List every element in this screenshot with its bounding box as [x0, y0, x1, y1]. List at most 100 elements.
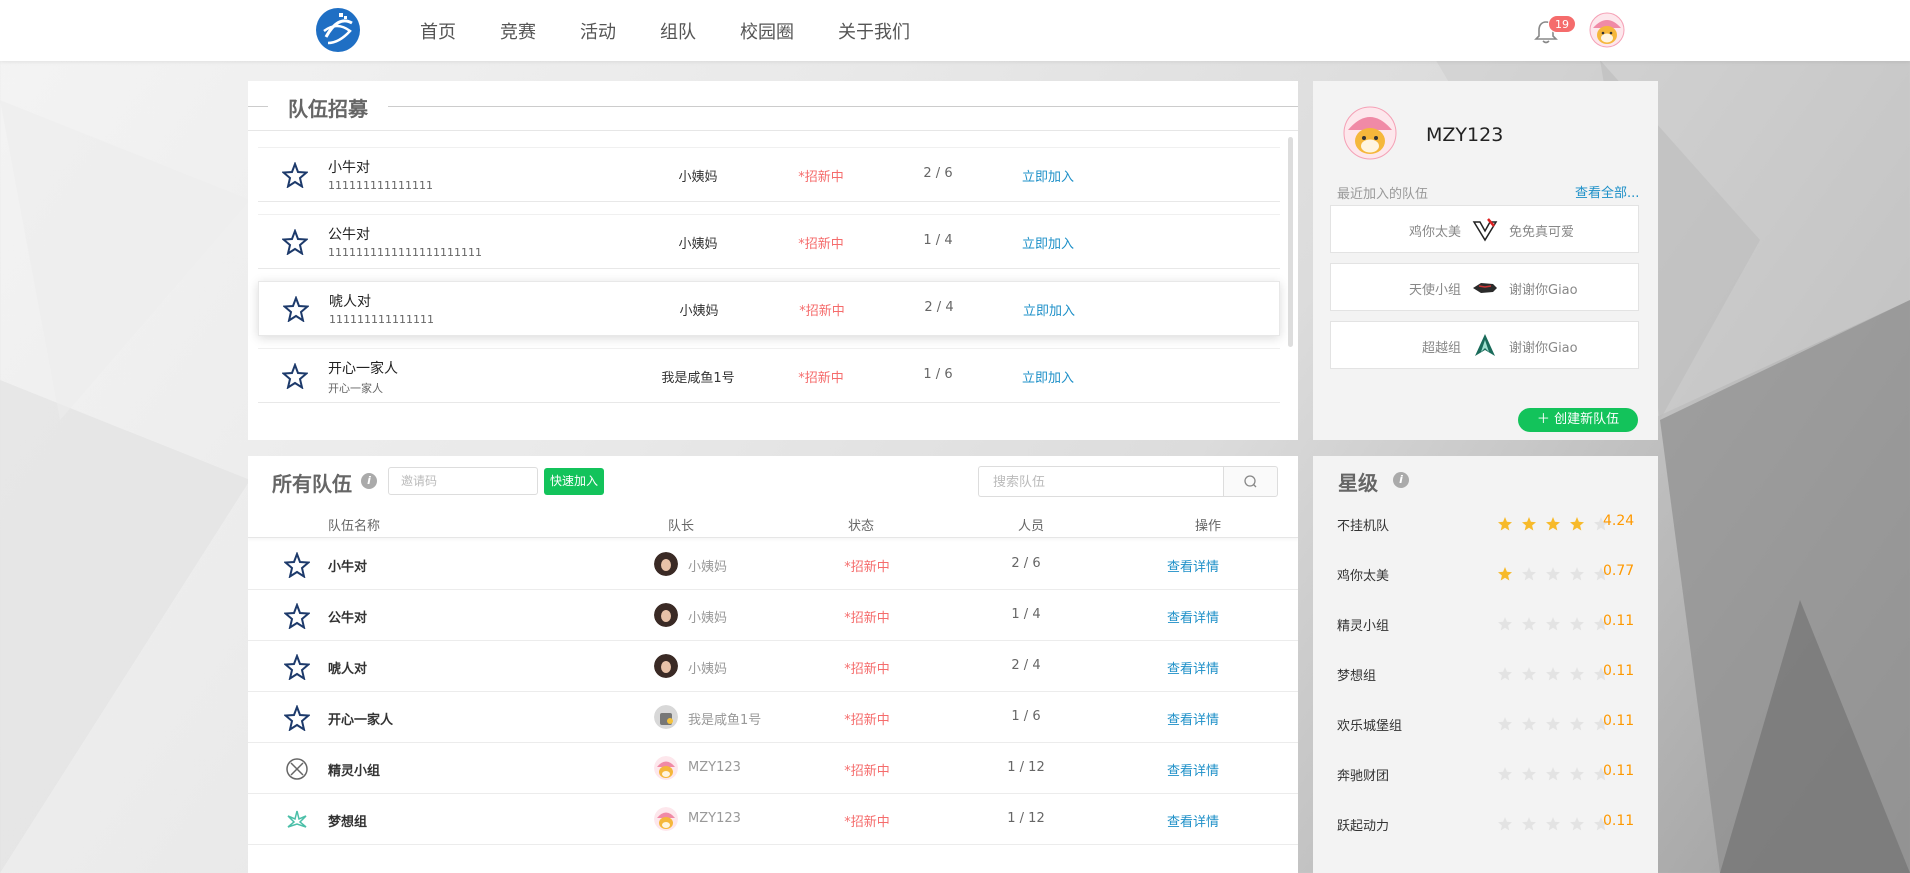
view-detail-button[interactable]: 查看详情 — [1148, 811, 1238, 830]
leader-name: 小姨妈 — [688, 662, 728, 677]
join-button[interactable]: 立即加入 — [1008, 233, 1088, 252]
view-detail-button[interactable]: 查看详情 — [1148, 760, 1238, 779]
star-outline-icon — [282, 229, 308, 255]
recruit-list: 小牛对 111111111111111 小姨妈 *招新中 2 / 6 立即加入 … — [258, 147, 1280, 415]
leader-name: 小姨妈 — [688, 560, 728, 575]
nav-team[interactable]: 组队 — [660, 18, 696, 44]
nav-home[interactable]: 首页 — [420, 18, 456, 44]
rating-star-icon — [1546, 516, 1560, 530]
recruit-scrollbar[interactable] — [1288, 137, 1293, 347]
team-name: 小牛对 — [328, 160, 370, 176]
profile-panel: MZY123 最近加入的队伍 查看全部... 鸡你太美 免免真可爱 天使小组 谢… — [1313, 81, 1658, 440]
team-star-icon — [284, 654, 310, 680]
top-navbar: 首页 竞赛 活动 组队 校园圈 关于我们 19 — [0, 0, 1910, 61]
nav-competition[interactable]: 竞赛 — [500, 18, 536, 44]
status-text: *招新中 — [844, 764, 890, 779]
team-desc: 开心一家人 — [328, 382, 383, 395]
star-rating — [1497, 813, 1617, 832]
rating-score: 0.11 — [1603, 813, 1635, 829]
quick-join-button[interactable]: 快速加入 — [544, 468, 604, 495]
team-name: 唬人对 — [328, 662, 368, 677]
join-button[interactable]: 立即加入 — [1008, 166, 1088, 185]
team-elf-icon — [286, 758, 308, 780]
view-detail-button[interactable]: 查看详情 — [1148, 658, 1238, 677]
create-team-label: 创建新队伍 — [1554, 412, 1620, 427]
recent-team-card[interactable]: 天使小组 谢谢你Giao — [1330, 263, 1639, 311]
rating-row: 精灵小组 0.11 — [1313, 605, 1658, 645]
rating-star-icon — [1570, 666, 1584, 680]
recent-team-leader: 免免真可爱 — [1509, 225, 1575, 240]
rated-team-name: 欢乐城堡组 — [1337, 719, 1403, 734]
join-button[interactable]: 立即加入 — [1009, 300, 1089, 319]
rated-team-name: 梦想组 — [1337, 669, 1377, 684]
view-all-link[interactable]: 查看全部... — [1575, 182, 1639, 201]
recent-team-leader: 谢谢你Giao — [1509, 283, 1578, 298]
rating-star-icon — [1522, 616, 1536, 630]
status-text: *招新中 — [844, 662, 890, 677]
recent-teams-label: 最近加入的队伍 — [1337, 187, 1429, 202]
member-count: 1 / 12 — [1007, 760, 1045, 775]
recent-team-card[interactable]: 鸡你太美 免免真可爱 — [1330, 205, 1639, 253]
rating-row: 跃起动力 0.11 — [1313, 805, 1658, 845]
rating-star-icon — [1546, 716, 1560, 730]
rating-star-icon — [1546, 616, 1560, 630]
join-button[interactable]: 立即加入 — [1008, 367, 1088, 386]
view-detail-button[interactable]: 查看详情 — [1148, 607, 1238, 626]
rating-row: 鸡你太美 0.77 — [1313, 555, 1658, 595]
nav-activity[interactable]: 活动 — [580, 18, 616, 44]
rating-star-icon — [1570, 516, 1584, 530]
rating-star-icon — [1522, 566, 1536, 580]
recruit-title: 队伍招募 — [288, 97, 368, 121]
team-logo-icon — [1472, 218, 1498, 242]
view-detail-button[interactable]: 查看详情 — [1148, 709, 1238, 728]
header-action: 操作 — [1195, 519, 1222, 534]
status-text: *招新中 — [844, 611, 890, 626]
search-button[interactable] — [1223, 466, 1278, 497]
recruit-header: 队伍招募 — [248, 81, 1298, 131]
recruit-row: 开心一家人 开心一家人 我是咸鱼1号 *招新中 1 / 6 立即加入 — [258, 348, 1280, 403]
rating-title: 星级 — [1338, 471, 1378, 495]
search-icon — [1244, 475, 1257, 488]
star-rating-panel: 星级 i 不挂机队 4.24 鸡你太美 0.77 精灵小组 0.11 梦想组 0.11 欢乐城堡… — [1313, 456, 1658, 873]
star-outline-icon — [282, 162, 308, 188]
rated-team-name: 奔驰财团 — [1337, 769, 1390, 784]
plus-icon: ＋ — [1536, 412, 1555, 427]
rating-star-icon — [1546, 816, 1560, 830]
table-row: 梦想组 MZY123 *招新中 1 / 12 查看详情 — [248, 794, 1298, 845]
team-search-input[interactable] — [978, 466, 1223, 497]
team-leader: 小姨妈 — [679, 304, 719, 319]
divider — [388, 106, 1298, 107]
status-text: *招新中 — [798, 170, 844, 185]
rating-star-icon — [1546, 666, 1560, 680]
table-row: 小牛对 小姨妈 *招新中 2 / 6 查看详情 — [248, 539, 1298, 590]
star-rating — [1497, 613, 1617, 632]
invite-code-input[interactable] — [388, 467, 538, 495]
table-row: 公牛对 小姨妈 *招新中 1 / 4 查看详情 — [248, 590, 1298, 641]
nav-links: 首页 竞赛 活动 组队 校园圈 关于我们 — [420, 0, 954, 61]
team-leader: 我是咸鱼1号 — [661, 371, 735, 386]
create-team-button[interactable]: ＋ 创建新队伍 — [1518, 408, 1638, 432]
member-count: 2 / 4 — [924, 300, 954, 315]
leader-avatar — [654, 603, 678, 627]
nav-about[interactable]: 关于我们 — [838, 18, 910, 44]
team-desc: 1111111111111111111111 — [328, 246, 482, 259]
rating-score: 4.24 — [1603, 513, 1635, 529]
user-avatar[interactable] — [1589, 12, 1625, 48]
star-rating — [1497, 663, 1617, 682]
rating-star-icon — [1522, 516, 1536, 530]
rating-star-icon — [1570, 816, 1584, 830]
rated-team-name: 不挂机队 — [1337, 519, 1390, 534]
team-name: 小牛对 — [328, 560, 368, 575]
leader-avatar — [654, 756, 678, 780]
info-icon[interactable]: i — [1393, 472, 1409, 488]
table-row: 唬人对 小姨妈 *招新中 2 / 4 查看详情 — [248, 641, 1298, 692]
site-logo[interactable] — [315, 7, 361, 53]
view-detail-button[interactable]: 查看详情 — [1148, 556, 1238, 575]
nav-campus[interactable]: 校园圈 — [740, 18, 794, 44]
profile-avatar[interactable] — [1343, 106, 1397, 160]
team-leader: 小姨妈 — [678, 170, 718, 185]
rating-row: 欢乐城堡组 0.11 — [1313, 705, 1658, 745]
info-icon[interactable]: i — [361, 473, 377, 489]
recent-team-card[interactable]: 超越组 谢谢你Giao — [1330, 321, 1639, 369]
team-dream-icon — [287, 810, 307, 828]
